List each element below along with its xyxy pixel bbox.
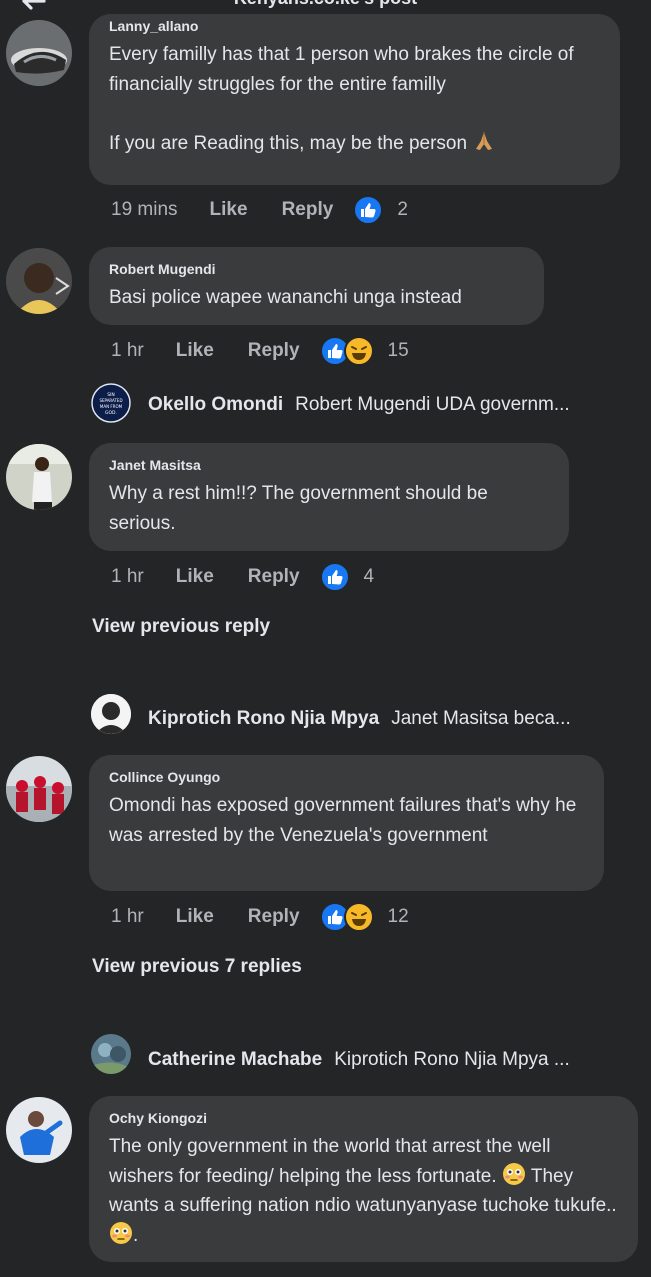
badge-line: MAN FROM <box>100 404 123 409</box>
reply-snippet: Robert Mugendi UDA governm... <box>295 394 570 415</box>
comment-author[interactable]: Ochy Kiongozi <box>109 1110 618 1126</box>
reply-author[interactable]: Catherine Machabe <box>148 1049 322 1071</box>
reply-preview[interactable]: Okello Omondi Robert Mugendi UDA governm… <box>148 394 570 416</box>
like-button[interactable]: Like <box>210 199 248 221</box>
comment-time: 1 hr <box>111 566 144 587</box>
comment-bubble[interactable]: Robert Mugendi Basi police wapee wananch… <box>89 247 544 325</box>
reaction-summary[interactable]: 2 <box>353 195 408 225</box>
comment-text: Omondi has exposed government failures t… <box>109 795 582 846</box>
avatar[interactable] <box>6 248 72 314</box>
comment-actions: 1 hr Like Reply 12 <box>111 902 409 932</box>
reaction-summary[interactable]: 15 <box>319 336 409 366</box>
comment-bubble[interactable]: Ochy Kiongozi The only government in the… <box>89 1096 638 1262</box>
comment-author[interactable]: Robert Mugendi <box>109 261 524 277</box>
comment-actions: 19 mins Like Reply 2 <box>111 195 408 225</box>
reaction-count: 4 <box>363 566 375 587</box>
comment-text: Every familly has that 1 person who brak… <box>109 44 574 154</box>
comment-time: 19 mins <box>111 199 178 220</box>
comment-author[interactable]: Lanny_allano <box>109 18 600 34</box>
avatar[interactable] <box>6 444 72 510</box>
reaction-count: 12 <box>387 906 409 927</box>
badge-line: SEPARATED <box>99 398 122 403</box>
avatar[interactable] <box>6 20 72 86</box>
view-previous-replies-link[interactable]: View previous reply <box>92 616 270 638</box>
reply-button[interactable]: Reply <box>248 906 300 928</box>
view-previous-replies-link[interactable]: View previous 7 replies <box>92 956 302 978</box>
flushed-face-emoji <box>109 1221 133 1245</box>
comment-bubble[interactable]: Lanny_allano Every familly has that 1 pe… <box>89 14 620 185</box>
comments-page: Kenyans.co.ke's post Lanny_allano Every … <box>0 0 651 1277</box>
reaction-summary[interactable]: 12 <box>319 902 409 932</box>
comment-bubble[interactable]: Janet Masitsa Why a rest him!!? The gove… <box>89 443 569 551</box>
comment-time: 1 hr <box>111 340 144 361</box>
comment-time: 1 hr <box>111 906 144 927</box>
reply-button[interactable]: Reply <box>248 340 300 362</box>
comment-text: Basi police wapee wananchi unga instead <box>109 287 462 308</box>
like-button[interactable]: Like <box>176 566 214 588</box>
reply-preview[interactable]: Kiprotich Rono Njia Mpya Janet Masitsa b… <box>148 708 571 730</box>
reply-preview[interactable]: Catherine Machabe Kiprotich Rono Njia Mp… <box>148 1049 570 1071</box>
comment-author[interactable]: Janet Masitsa <box>109 457 549 473</box>
comment-author[interactable]: Collince Oyungo <box>109 769 584 785</box>
like-reaction-icon <box>319 562 350 592</box>
flushed-face-emoji <box>502 1162 526 1186</box>
comment-actions: 1 hr Like Reply 4 <box>111 562 374 592</box>
reply-author[interactable]: Okello Omondi <box>148 394 283 416</box>
avatar[interactable] <box>91 694 131 734</box>
like-button[interactable]: Like <box>176 906 214 928</box>
praying-hands-emoji <box>472 129 496 153</box>
reply-snippet: Kiprotich Rono Njia Mpya ... <box>334 1049 570 1070</box>
haha-reaction-icon <box>343 902 374 932</box>
page-title: Kenyans.co.ke's post <box>0 0 651 9</box>
avatar[interactable] <box>6 756 72 822</box>
comment-text: The only government in the world that ar… <box>109 1136 617 1246</box>
badge-line: GOD. <box>105 410 117 416</box>
avatar[interactable] <box>6 1097 72 1163</box>
reply-button[interactable]: Reply <box>248 566 300 588</box>
reply-snippet: Janet Masitsa beca... <box>391 708 571 729</box>
avatar[interactable]: SIN SEPARATED MAN FROM GOD. <box>91 383 131 423</box>
avatar[interactable] <box>91 1034 131 1074</box>
haha-reaction-icon <box>343 336 374 366</box>
like-button[interactable]: Like <box>176 340 214 362</box>
comment-actions: 1 hr Like Reply 15 <box>111 336 409 366</box>
like-reaction-icon <box>353 195 384 225</box>
reply-button[interactable]: Reply <box>282 199 334 221</box>
reaction-count: 2 <box>397 199 408 220</box>
reaction-count: 15 <box>387 340 409 361</box>
reply-author[interactable]: Kiprotich Rono Njia Mpya <box>148 708 379 730</box>
reaction-summary[interactable]: 4 <box>319 562 375 592</box>
comment-text: Why a rest him!!? The government should … <box>109 483 494 534</box>
comment-bubble[interactable]: Collince Oyungo Omondi has exposed gover… <box>89 755 604 891</box>
